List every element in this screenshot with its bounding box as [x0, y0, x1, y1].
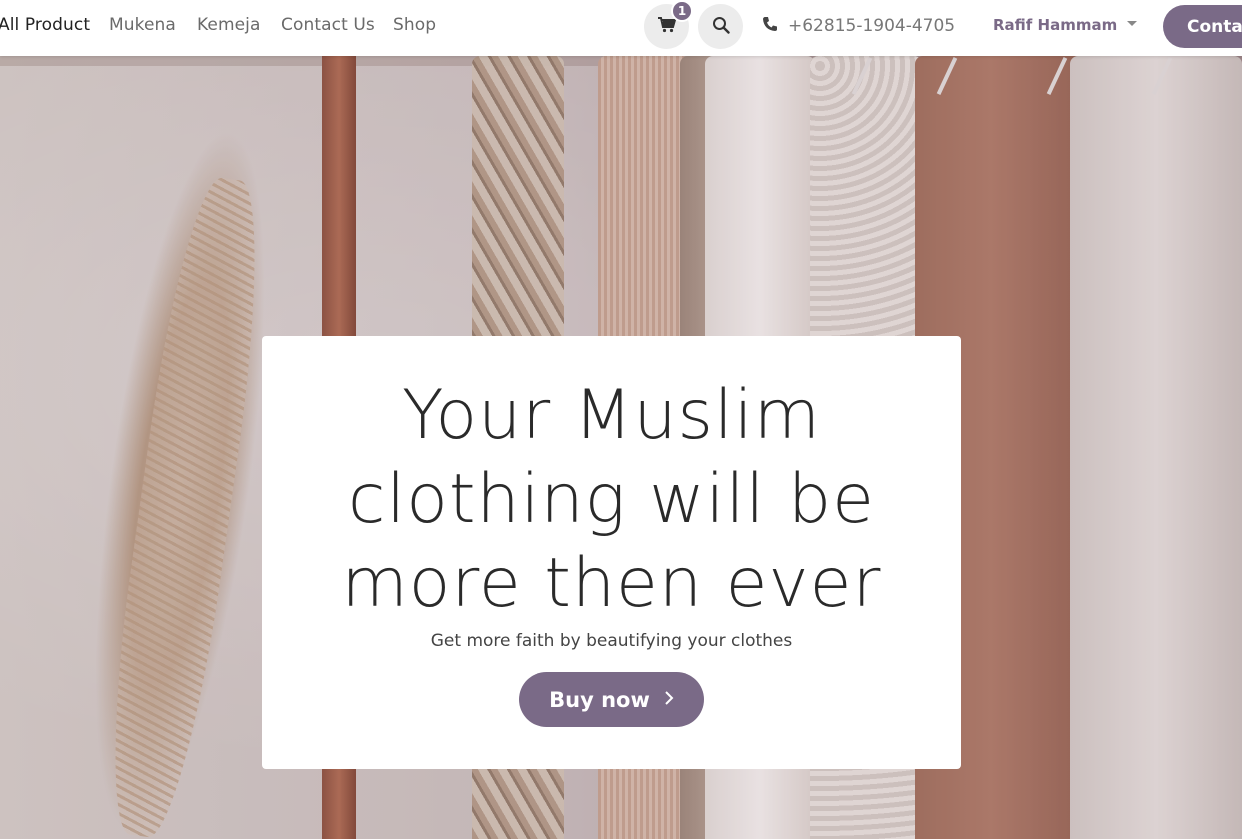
headline-line: Your Muslim	[402, 376, 821, 455]
nav-link-kemeja[interactable]: Kemeja	[197, 15, 261, 35]
hero-subline: Get more faith by beautifying your cloth…	[430, 631, 793, 651]
top-navbar: All Product Mukena Kemeja Contact Us Sho…	[0, 0, 1242, 56]
cart-button[interactable]: 1	[644, 0, 693, 49]
cart-count-badge: 1	[671, 0, 693, 22]
phone-contact[interactable]: +62815-1904-4705	[762, 14, 955, 38]
hero-headline: Your Muslim clothing will be more then e…	[262, 374, 961, 626]
user-name: Rafif Hammam	[993, 16, 1118, 34]
user-menu[interactable]: Rafif Hammam	[993, 16, 1138, 34]
phone-icon	[762, 16, 778, 36]
contact-us-button[interactable]: Contact Us	[1163, 5, 1242, 48]
buy-now-label: Buy now	[549, 687, 650, 712]
phone-number: +62815-1904-4705	[788, 16, 956, 36]
headline-line: clothing will be	[348, 460, 875, 539]
chevron-right-icon	[664, 687, 674, 712]
nav-link-shop[interactable]: Shop	[393, 15, 436, 35]
hero-card: Your Muslim clothing will be more then e…	[262, 336, 961, 769]
nav-link-mukena[interactable]: Mukena	[109, 15, 176, 35]
chevron-down-icon	[1127, 20, 1138, 26]
nav-link-contact-us[interactable]: Contact Us	[281, 15, 375, 35]
nav-link-all-product[interactable]: All Product	[0, 15, 90, 35]
buy-now-button[interactable]: Buy now	[519, 672, 704, 727]
headline-line: more then ever	[341, 544, 882, 623]
search-icon	[712, 16, 730, 38]
search-button[interactable]	[698, 4, 743, 49]
cart-icon	[657, 16, 676, 37]
